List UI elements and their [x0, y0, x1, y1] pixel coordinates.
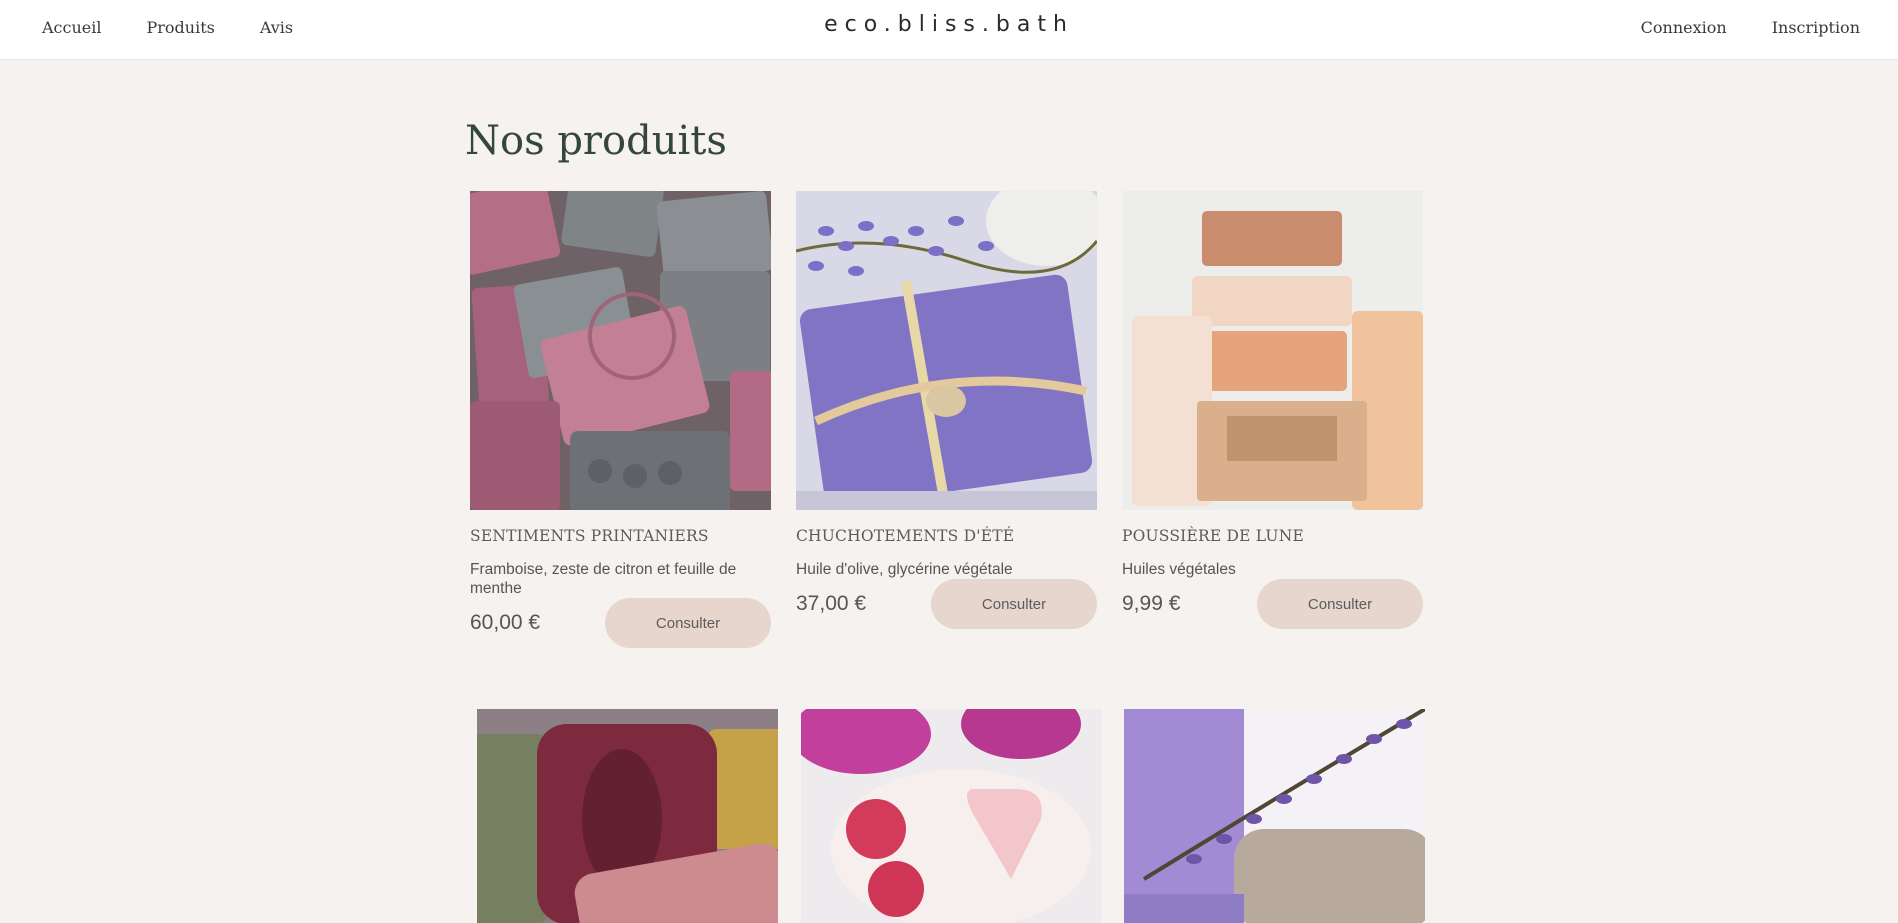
- nav-link-accueil[interactable]: Accueil: [42, 18, 101, 37]
- product-image[interactable]: [796, 191, 1097, 510]
- product-footer: 9,99 € Consulter: [1122, 579, 1423, 629]
- product-card: [1124, 709, 1425, 923]
- product-name: Sentiments printaniers: [470, 527, 709, 545]
- product-footer: 37,00 € Consulter: [796, 579, 1097, 629]
- product-price: 9,99 €: [1122, 592, 1181, 615]
- consult-button[interactable]: Consulter: [605, 598, 771, 648]
- raspberry-bath-bomb-photo: [801, 709, 1102, 923]
- product-footer: 60,00 € Consulter: [470, 598, 771, 648]
- lavender-towel-photo: [1124, 709, 1425, 923]
- product-price: 60,00 €: [470, 611, 541, 634]
- product-price: 37,00 €: [796, 592, 867, 615]
- nav-link-connexion[interactable]: Connexion: [1641, 18, 1727, 37]
- product-card: [477, 709, 778, 923]
- lavender-soap-photo: [796, 191, 1097, 510]
- product-name: Poussière de lune: [1122, 527, 1304, 545]
- account-nav: Connexion Inscription: [1641, 18, 1860, 37]
- product-image[interactable]: [477, 709, 778, 923]
- consult-button[interactable]: Consulter: [1257, 579, 1423, 629]
- product-card: Chuchotements d'été Huile d'olive, glycé…: [796, 191, 1097, 629]
- stacked-soaps-photo: [1122, 191, 1423, 510]
- product-image[interactable]: [801, 709, 1102, 923]
- main-nav: Accueil Produits Avis: [42, 18, 293, 37]
- product-card: Poussière de lune Huiles végétales 9,99 …: [1122, 191, 1423, 629]
- soap-bars-photo: [470, 191, 771, 510]
- nav-link-avis[interactable]: Avis: [260, 18, 293, 37]
- product-name: Chuchotements d'été: [796, 527, 1015, 545]
- product-description: Framboise, zeste de citron et feuille de…: [470, 561, 737, 597]
- assorted-soaps-photo: [477, 709, 778, 923]
- product-image[interactable]: [1124, 709, 1425, 923]
- nav-link-inscription[interactable]: Inscription: [1772, 18, 1860, 37]
- consult-button[interactable]: Consulter: [931, 579, 1097, 629]
- product-image[interactable]: [1122, 191, 1423, 510]
- top-navigation-bar: Accueil Produits Avis eco.bliss.bath Con…: [0, 0, 1898, 60]
- page-title: Nos produits: [465, 118, 727, 164]
- nav-link-produits[interactable]: Produits: [146, 18, 214, 37]
- product-card: [801, 709, 1102, 923]
- product-image[interactable]: [470, 191, 771, 510]
- products-page: Nos produits Sentiments printa: [0, 60, 1898, 923]
- product-card: Sentiments printaniers Framboise, zeste …: [470, 191, 771, 648]
